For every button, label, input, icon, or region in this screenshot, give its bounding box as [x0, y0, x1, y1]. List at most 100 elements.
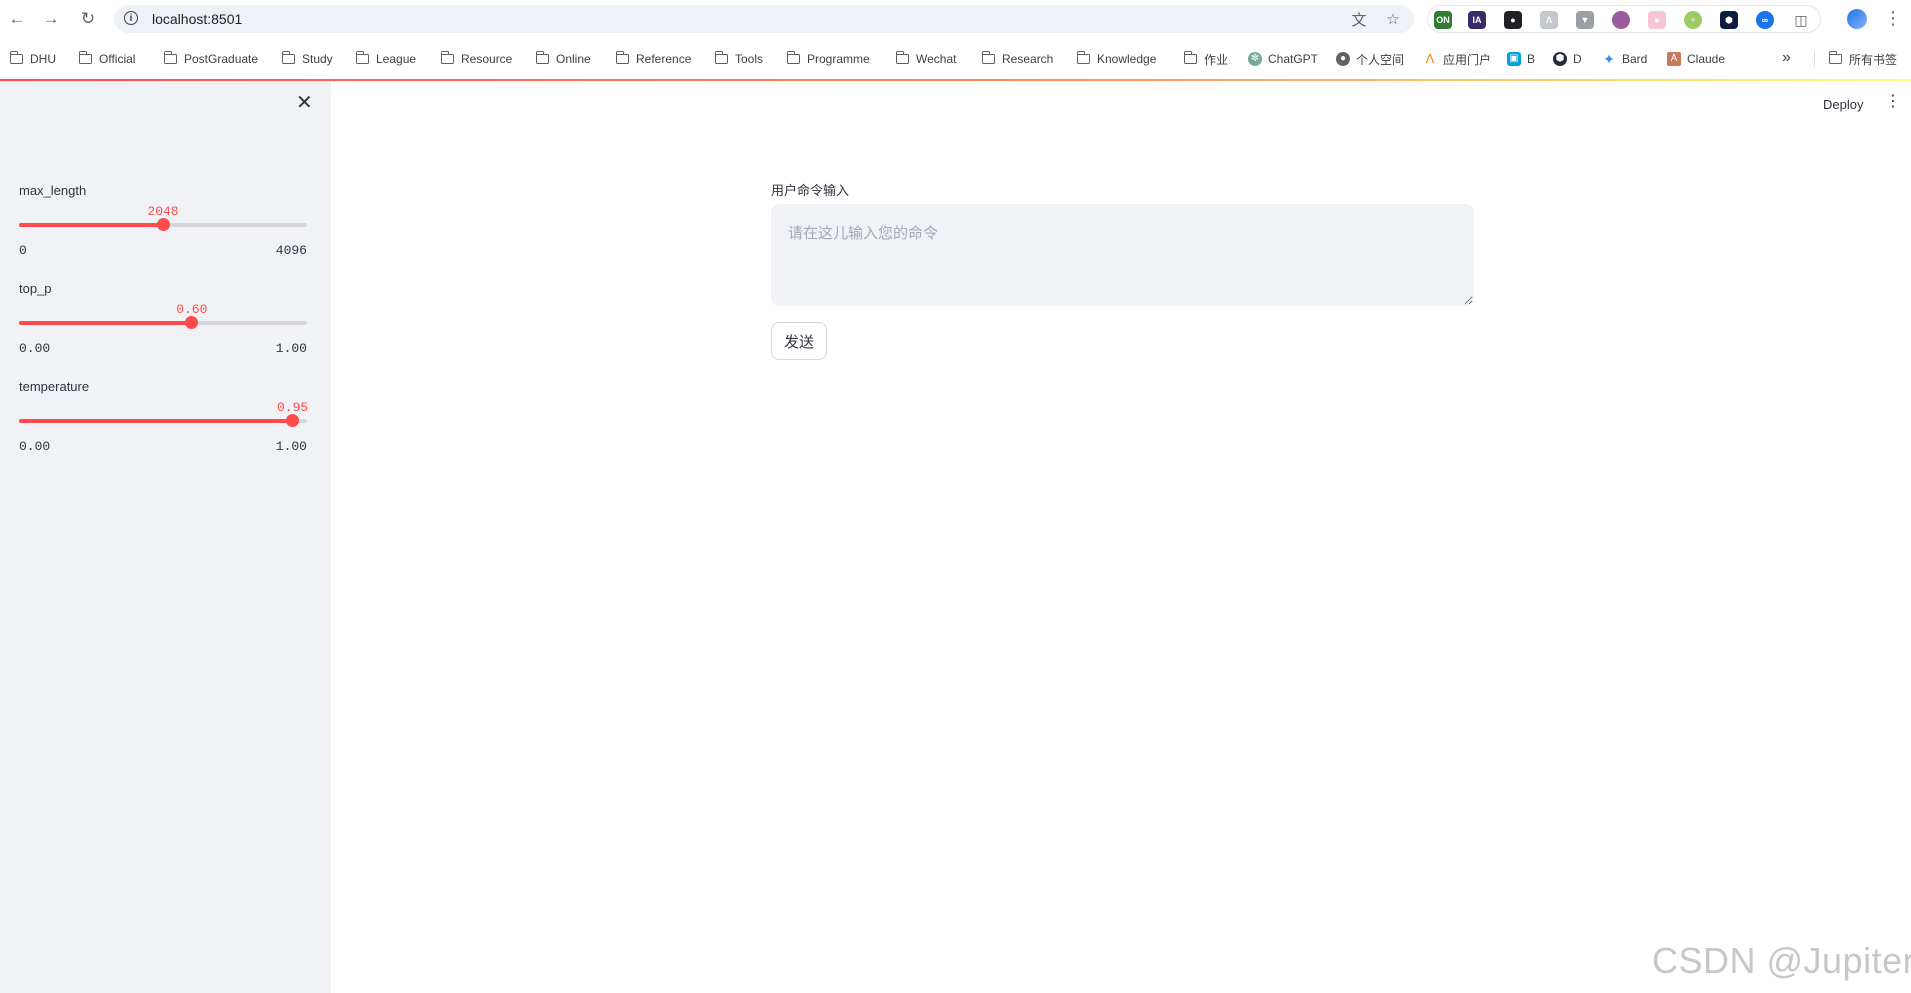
- sidebar: ✕ max_length 2048 0 4096 top_p 0.60 0.00…: [0, 81, 331, 993]
- watermark: CSDN @Jupiter·: [1652, 940, 1911, 981]
- extension-dark-icon[interactable]: ●: [1504, 11, 1522, 29]
- slider-top-p: top_p 0.60 0.00 1.00: [19, 281, 307, 356]
- send-button[interactable]: 发送: [771, 322, 828, 360]
- extension-on-icon[interactable]: ON: [1434, 11, 1452, 29]
- folder-icon: [895, 51, 909, 64]
- extension-shield-icon[interactable]: ▼: [1576, 11, 1594, 29]
- folder-icon: [440, 51, 454, 64]
- site-info-icon[interactable]: i: [124, 11, 138, 25]
- bookmark-item[interactable]: Resource: [440, 51, 512, 67]
- extension-grey-icon[interactable]: Λ: [1540, 11, 1558, 29]
- slider-temperature: temperature 0.95 0.00 1.00: [19, 379, 309, 454]
- bookmark-item[interactable]: ✼ ChatGPT: [1248, 51, 1318, 67]
- bard-icon: ✦: [1603, 51, 1615, 67]
- slider-fill: [19, 321, 192, 325]
- bookmark-item[interactable]: ⬢ D: [1553, 51, 1582, 67]
- bookmark-item[interactable]: Tools: [714, 51, 763, 67]
- folder-icon: [1828, 51, 1842, 64]
- browser-menu-icon[interactable]: ⋮: [1884, 8, 1902, 29]
- main-menu-icon[interactable]: ⋮: [1885, 94, 1901, 110]
- close-sidebar-icon[interactable]: ✕: [296, 93, 313, 113]
- portal-icon: Λ: [1425, 51, 1435, 66]
- folder-icon: [981, 51, 995, 64]
- bookmark-item[interactable]: A Claude: [1667, 51, 1725, 67]
- folder-icon: [535, 51, 549, 64]
- slider-label: max_length: [19, 183, 87, 198]
- bookmark-item[interactable]: PostGraduate: [163, 51, 258, 67]
- bookmark-item[interactable]: DHU: [9, 51, 56, 67]
- bookmark-item[interactable]: Online: [535, 51, 591, 67]
- reload-icon[interactable]: ↻: [77, 8, 99, 30]
- extension-blue-icon[interactable]: ∞: [1756, 11, 1774, 29]
- slider-value: 0.95: [276, 400, 309, 415]
- url-text[interactable]: localhost:8501: [152, 11, 242, 27]
- slider-min: 0.00: [19, 341, 51, 356]
- bookmark-item[interactable]: Λ 应用门户: [1423, 51, 1491, 67]
- slider-value: 0.60: [176, 302, 208, 317]
- folder-icon: [355, 51, 369, 64]
- bookmark-item[interactable]: Programme: [786, 51, 870, 67]
- folder-icon: [9, 51, 23, 64]
- folder-icon: [615, 51, 629, 64]
- slider-track[interactable]: [19, 218, 307, 231]
- slider-max: 1.00: [275, 439, 307, 454]
- bookmarks-separator: [1814, 51, 1815, 67]
- slider-value: 2048: [147, 204, 179, 219]
- bookmarks-bar: DHU Official PostGraduate Study League R…: [0, 38, 1911, 78]
- folder-icon: [1183, 51, 1197, 64]
- extensions-puzzle-icon[interactable]: ◫: [1792, 11, 1810, 29]
- claude-icon: A: [1667, 52, 1681, 66]
- bookmark-item[interactable]: Reference: [615, 51, 691, 67]
- back-arrow-icon[interactable]: ←: [6, 8, 28, 30]
- slider-max-length: max_length 2048 0 4096: [19, 183, 307, 258]
- slider-fill: [19, 419, 293, 423]
- folder-icon: [78, 51, 92, 64]
- chatgpt-icon: ✼: [1248, 52, 1262, 66]
- extension-purple-icon[interactable]: [1612, 11, 1630, 29]
- extensions-area: ON IA ● Λ ▼ ● ⚬ ⬢ ∞ ◫: [1427, 5, 1821, 33]
- forward-arrow-icon[interactable]: →: [40, 8, 62, 30]
- browser-toolbar: ← → ↻ i localhost:8501 文 ☆ ON IA ● Λ ▼ ●…: [0, 0, 1911, 38]
- translate-icon[interactable]: 文: [1350, 10, 1368, 29]
- folder-icon: [714, 51, 728, 64]
- bookmark-star-icon[interactable]: ☆: [1384, 10, 1402, 28]
- slider-max: 4096: [275, 243, 307, 258]
- slider-label: top_p: [19, 281, 52, 296]
- slider-label: temperature: [19, 379, 90, 394]
- bookmark-item[interactable]: ✦ Bard: [1602, 51, 1647, 67]
- bookmark-item[interactable]: League: [355, 51, 416, 67]
- slider-max: 1.00: [275, 341, 307, 356]
- bookmark-item[interactable]: Knowledge: [1076, 51, 1156, 67]
- bookmark-item[interactable]: Research: [981, 51, 1053, 67]
- bookmark-item[interactable]: 作业: [1183, 51, 1228, 67]
- bookmarks-overflow-icon[interactable]: »: [1782, 49, 1791, 67]
- slider-thumb[interactable]: [185, 316, 199, 329]
- slider-thumb[interactable]: [286, 414, 300, 427]
- folder-icon: [786, 51, 800, 64]
- slider-thumb[interactable]: [156, 218, 170, 231]
- bilibili-icon: ▣: [1507, 52, 1521, 66]
- bookmark-item[interactable]: Official: [78, 51, 135, 67]
- bookmark-item[interactable]: ● 个人空间: [1336, 51, 1404, 67]
- slider-track[interactable]: [19, 316, 307, 329]
- profile-avatar-icon[interactable]: [1847, 9, 1867, 29]
- slider-min: 0: [19, 243, 27, 258]
- deploy-button[interactable]: Deploy: [1823, 97, 1863, 112]
- d-icon: ⬢: [1553, 52, 1567, 66]
- extension-eye-icon[interactable]: ⚬: [1684, 11, 1702, 29]
- slider-track[interactable]: [19, 414, 307, 427]
- globe-icon: ●: [1336, 52, 1350, 66]
- command-input-label: 用户命令输入: [771, 183, 850, 198]
- extension-hex-icon[interactable]: ⬢: [1720, 11, 1738, 29]
- bookmark-item[interactable]: Study: [281, 51, 333, 67]
- extension-ia-icon[interactable]: IA: [1468, 11, 1486, 29]
- bookmark-item[interactable]: ▣ B: [1507, 51, 1535, 67]
- bookmark-item[interactable]: Wechat: [895, 51, 956, 67]
- slider-fill: [19, 223, 163, 227]
- folder-icon: [163, 51, 177, 64]
- all-bookmarks-item[interactable]: 所有书签: [1828, 51, 1897, 67]
- extension-cat-icon[interactable]: ●: [1648, 11, 1666, 29]
- address-bar[interactable]: i localhost:8501 文 ☆: [114, 5, 1414, 33]
- folder-icon: [281, 51, 295, 64]
- command-input[interactable]: [771, 204, 1474, 306]
